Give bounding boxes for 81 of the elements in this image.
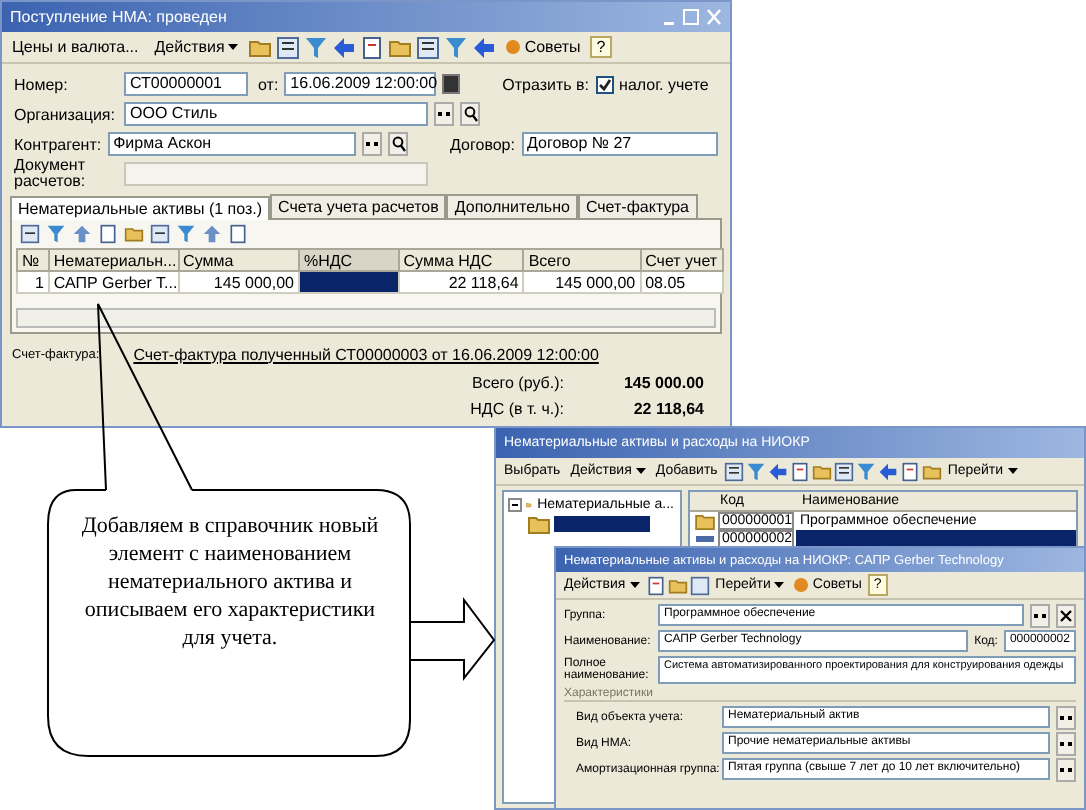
column-header[interactable]: № [17,249,49,271]
caret-icon [228,44,239,50]
column-header[interactable]: Сумма [178,249,299,271]
list-icon[interactable] [723,461,744,481]
organization-field[interactable]: ООО Стиль [124,102,428,126]
callout-text: Добавляем в справочник новый элемент с наименованием нематериального актива и описываем его характеристики для учета. [79,512,381,652]
caret-icon [629,582,640,588]
field-label: Договор: [450,135,515,153]
counterparty-field[interactable]: Фирма Аскон [107,132,357,156]
field-label: Документ расчетов: [14,158,88,190]
arrow-icon[interactable] [72,224,92,244]
table-cell: 08.05 [640,271,723,293]
checkbox-label: налог. учете [619,75,709,93]
folder-icon[interactable] [124,224,144,244]
document-icon[interactable] [98,224,118,244]
list-icon[interactable] [150,224,170,244]
list-icon[interactable] [276,35,301,59]
caret-icon [774,582,785,588]
document-icon[interactable] [360,35,385,59]
invoice-link[interactable]: Счет-фактура полученный СТ00000003 от 16.06.2009 12:00:00 [133,345,599,363]
search-icon[interactable] [460,102,480,126]
column-header[interactable]: Сумма НДС [398,249,524,271]
horizontal-scrollbar[interactable] [16,308,716,328]
search-icon[interactable] [388,132,409,156]
collapse-icon[interactable] [508,497,522,511]
window-title: Поступление НМА: проведен [10,8,227,26]
caret-icon [1007,468,1018,474]
ellipsis-button[interactable] [1056,705,1076,729]
list-icon[interactable] [20,224,40,244]
menu-button[interactable]: Действия [148,38,245,56]
column-header[interactable]: %НДС [298,249,399,271]
table-cell: 145 000,00 [178,271,299,293]
column-header[interactable]: Нематериальн... [48,249,179,271]
total-value: 22 118,64 [631,400,704,418]
document-icon[interactable] [645,575,666,595]
table-cell: 22 118,64 [398,271,524,293]
total-value: 145 000.00 [621,374,704,392]
ellipsis-button[interactable] [1056,731,1076,755]
number-field[interactable]: СТ00000001 [124,72,248,96]
dash-icon [695,534,713,544]
contract-field[interactable]: Договор № 27 [521,132,718,156]
field-label: Номер: [14,75,70,93]
list-icon[interactable] [689,575,710,595]
arrow-icon[interactable] [877,461,898,481]
arrow-icon[interactable] [767,461,788,481]
document-icon[interactable] [899,461,920,481]
field-label: Организация: [14,105,117,123]
advice-button[interactable]: Советы [500,38,587,56]
help-button[interactable]: ? [590,36,612,58]
table-cell: 145 000,00 [523,271,641,293]
column-header[interactable]: Всего [523,249,641,271]
date-field[interactable]: 16.06.2009 12:00:00 [284,72,437,96]
arrow-icon[interactable] [472,35,497,59]
field-label: от: [258,75,279,93]
list-icon[interactable] [833,461,854,481]
document-icon[interactable] [228,224,248,244]
arrow-icon[interactable] [202,224,222,244]
column-header[interactable]: Счет учет [640,249,723,271]
tab[interactable]: Нематериальные активы (1 поз.) [10,196,271,220]
ellipsis-button[interactable] [1030,603,1050,627]
block-arrow [409,597,496,681]
total-label: НДС (в т. ч.): [470,400,564,418]
ellipsis-button[interactable] [1056,757,1076,781]
toolbar-button[interactable]: Цены и валюта... [6,38,145,56]
arrow-icon[interactable] [332,35,357,59]
field-label: Отразить в: [502,75,590,93]
calendar-icon[interactable] [442,74,461,94]
clear-icon[interactable] [1056,603,1076,627]
document-icon[interactable] [789,461,810,481]
tab[interactable]: Счета учета расчетов [270,194,447,218]
tab[interactable]: Дополнительно [446,194,578,218]
field-label: Контрагент: [14,135,102,153]
checkbox[interactable] [595,75,614,93]
total-label: Всего (руб.): [471,374,564,392]
table-cell: 1 [17,271,49,293]
ellipsis-button[interactable] [434,102,454,126]
table-cell: САПР Gerber T... [48,271,179,293]
tab[interactable]: Счет-фактура [577,194,698,218]
list-icon[interactable] [416,35,441,59]
caret-icon [635,468,646,474]
ellipsis-button[interactable] [362,132,383,156]
